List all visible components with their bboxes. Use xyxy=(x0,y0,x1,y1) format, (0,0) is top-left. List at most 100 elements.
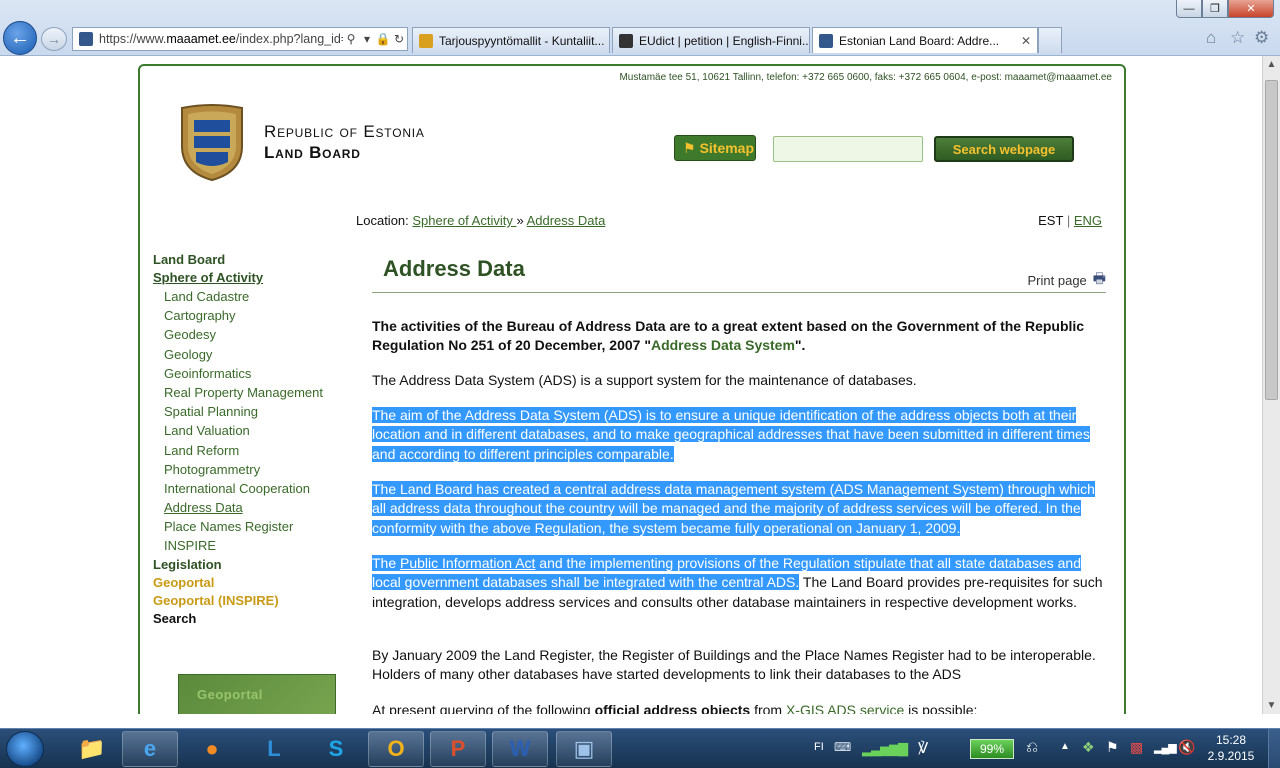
refresh-icon[interactable]: ↻ xyxy=(391,32,407,46)
lock-icon[interactable]: 🔒 xyxy=(375,32,391,46)
nav-photogrammetry[interactable]: Photogrammetry xyxy=(153,460,343,479)
word-icon[interactable]: W xyxy=(492,731,548,767)
nav-geodesy[interactable]: Geodesy xyxy=(153,325,343,344)
paragraph-public-info-act: The Public Information Act and the imple… xyxy=(372,554,1108,612)
minimize-button[interactable]: — xyxy=(1176,0,1202,18)
skype-icon[interactable]: S xyxy=(308,731,364,767)
nav-geology[interactable]: Geology xyxy=(153,345,343,364)
print-page-link[interactable]: Print page 🖶 xyxy=(1028,268,1106,292)
paragraph-ads-support: The Address Data System (ADS) is a suppo… xyxy=(372,372,917,388)
battery-indicator[interactable]: 99% xyxy=(970,739,1014,759)
search-icon[interactable]: ⚲ xyxy=(343,32,359,46)
new-tab-button[interactable] xyxy=(1038,27,1062,53)
url-path: /index.php?lang_id= xyxy=(235,32,343,46)
lang-separator: | xyxy=(1066,213,1071,228)
nav-cartography[interactable]: Cartography xyxy=(153,306,343,325)
nav-spatial-planning[interactable]: Spatial Planning xyxy=(153,402,343,421)
public-information-act-link[interactable]: Public Information Act xyxy=(400,555,535,571)
action-center-icon[interactable]: ⚑ xyxy=(1106,739,1119,756)
keyboard-icon[interactable]: ⌨ xyxy=(834,740,851,754)
scroll-up-arrow-icon[interactable]: ▲ xyxy=(1263,56,1280,73)
page-viewport: Mustamäe tee 51, 10621 Tallinn, telefon:… xyxy=(0,56,1262,714)
dropdown-icon[interactable]: ▾ xyxy=(359,32,375,46)
breadcrumb-address-data[interactable]: Address Data xyxy=(527,213,606,228)
powerpoint-icon[interactable]: P xyxy=(430,731,486,767)
bold-text: official address objects xyxy=(594,702,751,714)
site-search-input[interactable] xyxy=(773,136,923,162)
sitemap-button[interactable]: ⚑ Sitemap xyxy=(674,135,756,161)
nav-sphere-of-activity[interactable]: Sphere of Activity xyxy=(153,269,343,287)
network-icon[interactable]: ▩ xyxy=(1130,739,1143,756)
browser-tab[interactable]: EUdict | petition | English-Finni... xyxy=(612,27,810,53)
windows-taskbar: 📁 e ● L S O P W ▣ FI ⌨ ▂▃▅▆▇ ℣ 99% ⎌ ▲ ❖… xyxy=(0,728,1280,768)
remote-desktop-icon[interactable]: ▣ xyxy=(556,731,612,767)
selected-text: The xyxy=(372,555,401,571)
outlook-icon[interactable]: O xyxy=(368,731,424,767)
home-icon[interactable]: ⌂ xyxy=(1206,28,1216,48)
scroll-thumb[interactable] xyxy=(1265,80,1278,400)
nav-address-data[interactable]: Address Data xyxy=(153,498,343,517)
signpost-icon: ⚑ xyxy=(683,139,696,156)
nav-land-board[interactable]: Land Board xyxy=(153,251,343,269)
input-language-indicator[interactable]: FI xyxy=(814,741,824,753)
nav-land-valuation[interactable]: Land Valuation xyxy=(153,421,343,440)
back-button[interactable]: ← xyxy=(3,21,37,55)
close-window-button[interactable]: ✕ xyxy=(1228,0,1274,18)
system-clock[interactable]: 15:28 2.9.2015 xyxy=(1202,732,1260,764)
forward-button[interactable]: → xyxy=(41,27,67,51)
nav-geoinformatics[interactable]: Geoinformatics xyxy=(153,364,343,383)
paragraph-text: At present querying of the following xyxy=(372,702,595,714)
browser-tab[interactable]: Tarjouspyyntömallit - Kuntaliit... xyxy=(412,27,610,53)
tray-app-icon[interactable]: ❖ xyxy=(1082,739,1095,756)
nav-geoportal-inspire[interactable]: Geoportal (INSPIRE) xyxy=(153,592,343,610)
nav-legislation[interactable]: Legislation xyxy=(153,556,343,574)
firefox-icon[interactable]: ● xyxy=(184,731,240,767)
org-name: Republic of Estonia Land Board xyxy=(264,121,425,163)
address-data-system-link[interactable]: Address Data System xyxy=(651,337,795,353)
clock-date: 2.9.2015 xyxy=(1207,749,1255,763)
plug-icon[interactable]: ⎌ xyxy=(1026,739,1038,756)
internet-explorer-icon[interactable]: e xyxy=(122,731,178,767)
nav-search[interactable]: Search xyxy=(153,610,343,628)
scroll-down-arrow-icon[interactable]: ▼ xyxy=(1263,697,1280,714)
geoportal-banner[interactable]: Geoportal xyxy=(178,674,336,714)
lang-est[interactable]: EST xyxy=(1038,213,1063,228)
nav-land-reform[interactable]: Land Reform xyxy=(153,441,343,460)
browser-tab-active[interactable]: Estonian Land Board: Addre... ✕ xyxy=(812,27,1038,53)
nav-geoportal[interactable]: Geoportal xyxy=(153,574,343,592)
breadcrumb-sphere-of-activity[interactable]: Sphere of Activity xyxy=(412,213,516,228)
address-bar[interactable]: https://www.maaamet.ee/index.php?lang_id… xyxy=(72,27,408,51)
search-webpage-button[interactable]: Search webpage xyxy=(934,136,1074,162)
paragraph-querying: At present querying of the following off… xyxy=(372,701,1108,714)
show-desktop-button[interactable] xyxy=(1268,729,1280,768)
clock-time: 15:28 xyxy=(1215,733,1247,747)
title-divider xyxy=(372,292,1106,293)
org-name-line1: Republic of Estonia xyxy=(264,122,425,141)
breadcrumb-prefix: Location: xyxy=(356,213,409,228)
close-tab-icon[interactable]: ✕ xyxy=(1021,34,1031,48)
arrow-right-icon: → xyxy=(47,31,61,47)
signal-strength-icon[interactable]: ▂▄▆ xyxy=(1154,741,1177,754)
banner-text: Geoportal xyxy=(197,687,263,702)
page-title: Address Data xyxy=(383,256,525,281)
paragraph-interoperability: By January 2009 the Land Register, the R… xyxy=(372,647,1096,683)
settings-gear-icon[interactable]: ⚙ xyxy=(1254,28,1269,48)
xgis-ads-service-link[interactable]: X-GIS ADS service xyxy=(786,702,904,714)
nav-international-cooperation[interactable]: International Cooperation xyxy=(153,479,343,498)
wireless-icon[interactable]: ℣ xyxy=(918,739,928,757)
url-text[interactable]: https://www.maaamet.ee/index.php?lang_id… xyxy=(99,32,343,46)
signal-bars-icon[interactable]: ▂▃▅▆▇ xyxy=(862,741,908,757)
nav-place-names-register[interactable]: Place Names Register xyxy=(153,517,343,536)
nav-inspire[interactable]: INSPIRE xyxy=(153,536,343,555)
nav-real-property-management[interactable]: Real Property Management xyxy=(153,383,343,402)
file-explorer-icon[interactable]: 📁 xyxy=(64,731,120,767)
vertical-scrollbar[interactable]: ▲ ▼ xyxy=(1262,56,1280,714)
lang-eng[interactable]: ENG xyxy=(1074,213,1102,228)
show-hidden-icons-icon[interactable]: ▲ xyxy=(1060,741,1070,752)
favorites-star-icon[interactable]: ☆ xyxy=(1230,28,1245,48)
start-button[interactable] xyxy=(6,731,44,767)
maximize-button[interactable]: ❐ xyxy=(1202,0,1228,18)
lync-icon[interactable]: L xyxy=(246,731,302,767)
nav-land-cadastre[interactable]: Land Cadastre xyxy=(153,287,343,306)
volume-muted-icon[interactable]: 🔇 xyxy=(1178,739,1195,756)
